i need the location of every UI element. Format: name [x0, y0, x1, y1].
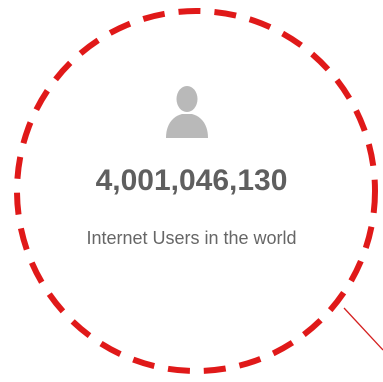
annotation-pointer-line — [343, 307, 383, 351]
dashed-highlight-circle — [14, 8, 378, 374]
highlight-annotation — [14, 8, 383, 374]
